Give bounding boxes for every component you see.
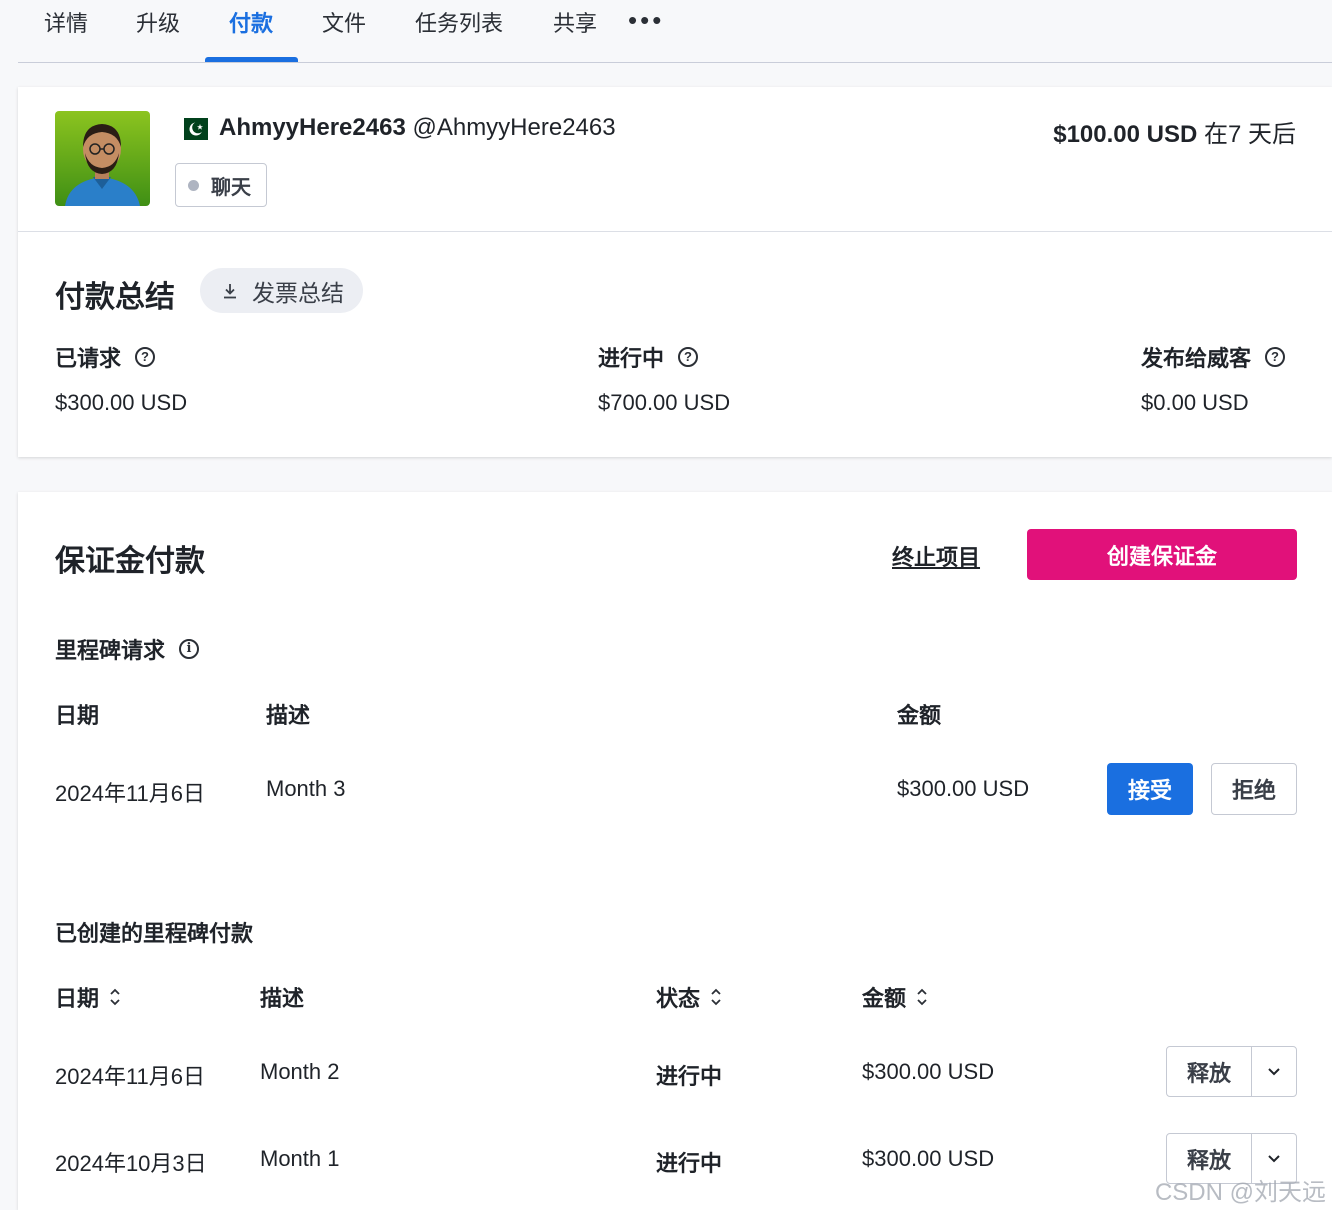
requested-label-text: 已请求 xyxy=(55,346,122,371)
user-handle: @AhmyyHere2463 xyxy=(412,114,616,141)
escrow-title: 保证金付款 xyxy=(55,545,205,578)
help-icon[interactable]: ? xyxy=(1265,347,1286,367)
tab-details[interactable]: 详情 xyxy=(44,6,88,38)
milestone-row-amount: $300.00 USD xyxy=(862,1146,995,1171)
payment-summary-title: 付款总结 xyxy=(55,281,175,314)
milestone-requests-title: 里程碑请求 i xyxy=(55,633,200,665)
tab-tasklist[interactable]: 任务列表 xyxy=(415,6,503,38)
released-value: $0.00 USD xyxy=(1141,390,1249,415)
invoice-summary-button[interactable]: 发票总结 xyxy=(200,268,363,313)
sort-icon xyxy=(711,988,721,1006)
sort-icon xyxy=(917,988,927,1006)
tab-files[interactable]: 文件 xyxy=(322,6,366,38)
display-name: AhmyyHere2463 xyxy=(219,114,406,141)
chat-button[interactable]: 聊天 xyxy=(175,163,267,207)
watermark: CSDN @刘天远 xyxy=(1154,1179,1326,1206)
milestone-row-amount: $300.00 USD xyxy=(862,1059,995,1084)
milestone-row-date: 2024年10月3日 xyxy=(55,1151,207,1176)
bid-duration: 在7 天后 xyxy=(1203,121,1296,148)
requests-header-description: 描述 xyxy=(266,703,311,728)
download-icon xyxy=(224,283,236,298)
request-row-amount: $300.00 USD xyxy=(897,776,1030,801)
invoice-summary-label: 发票总结 xyxy=(252,279,344,306)
freelancer-name[interactable]: AhmyyHere2463 @AhmyyHere2463 xyxy=(219,114,616,142)
escrow-payments-card xyxy=(18,492,1332,1210)
tab-share[interactable]: 共享 xyxy=(553,6,597,38)
tab-bar: 详情 升级 付款 文件 任务列表 共享 ••• xyxy=(0,0,1332,63)
info-icon[interactable]: i xyxy=(179,639,200,659)
requested-value: $300.00 USD xyxy=(55,390,188,415)
release-split-button: 释放 xyxy=(1166,1046,1297,1097)
created-header-date[interactable]: 日期 xyxy=(55,981,121,1013)
released-label-text: 发布给威客 xyxy=(1141,346,1252,371)
in-progress-label-text: 进行中 xyxy=(598,346,665,371)
created-header-status[interactable]: 状态 xyxy=(656,981,722,1013)
release-button[interactable]: 释放 xyxy=(1167,1047,1252,1096)
reject-button[interactable]: 拒绝 xyxy=(1211,763,1297,815)
created-header-amount[interactable]: 金额 xyxy=(862,981,928,1013)
in-progress-value: $700.00 USD xyxy=(598,390,731,415)
tab-upgrades[interactable]: 升级 xyxy=(136,6,180,38)
requests-header-amount: 金额 xyxy=(897,703,942,728)
chat-button-label: 聊天 xyxy=(211,176,251,199)
help-icon[interactable]: ? xyxy=(135,347,156,367)
card-divider xyxy=(18,231,1332,232)
more-tabs-icon[interactable]: ••• xyxy=(628,5,664,36)
requests-header-date: 日期 xyxy=(55,703,100,728)
milestone-requests-title-text: 里程碑请求 xyxy=(55,638,166,663)
release-options-toggle[interactable] xyxy=(1252,1047,1296,1096)
request-row-date: 2024年11月6日 xyxy=(55,781,206,806)
sort-icon xyxy=(110,988,120,1006)
terminate-project-link[interactable]: 终止项目 xyxy=(892,540,980,572)
milestone-row-status: 进行中 xyxy=(656,1151,723,1176)
chevron-down-icon xyxy=(1268,1067,1280,1075)
online-status-dot xyxy=(188,179,199,191)
bid-amount-value: $100.00 USD xyxy=(1053,121,1198,148)
milestone-row-status: 进行中 xyxy=(656,1064,723,1089)
accept-button[interactable]: 接受 xyxy=(1107,763,1193,815)
pakistan-flag-icon xyxy=(176,118,208,140)
request-row-description: Month 3 xyxy=(266,776,346,801)
milestone-row-description: Month 1 xyxy=(260,1146,340,1171)
create-escrow-button[interactable]: 创建保证金 xyxy=(1027,529,1297,580)
milestone-row-description: Month 2 xyxy=(260,1059,340,1084)
created-header-description: 描述 xyxy=(260,986,305,1011)
tab-payments[interactable]: 付款 xyxy=(229,6,273,38)
created-header-date-label: 日期 xyxy=(55,986,100,1011)
created-header-amount-label: 金额 xyxy=(862,986,907,1011)
milestone-row-date: 2024年11月6日 xyxy=(55,1064,206,1089)
tabs-divider xyxy=(18,62,1332,63)
avatar[interactable] xyxy=(55,111,150,206)
in-progress-label: 进行中 ? xyxy=(598,341,699,373)
created-milestones-title: 已创建的里程碑付款 xyxy=(55,921,254,946)
created-header-status-label: 状态 xyxy=(656,986,701,1011)
help-icon[interactable]: ? xyxy=(678,347,699,367)
chevron-down-icon xyxy=(1268,1154,1280,1162)
released-label: 发布给威客 ? xyxy=(1141,341,1286,373)
requested-label: 已请求 ? xyxy=(55,341,156,373)
bid-amount: $100.00 USD 在7 天后 xyxy=(1053,114,1296,149)
